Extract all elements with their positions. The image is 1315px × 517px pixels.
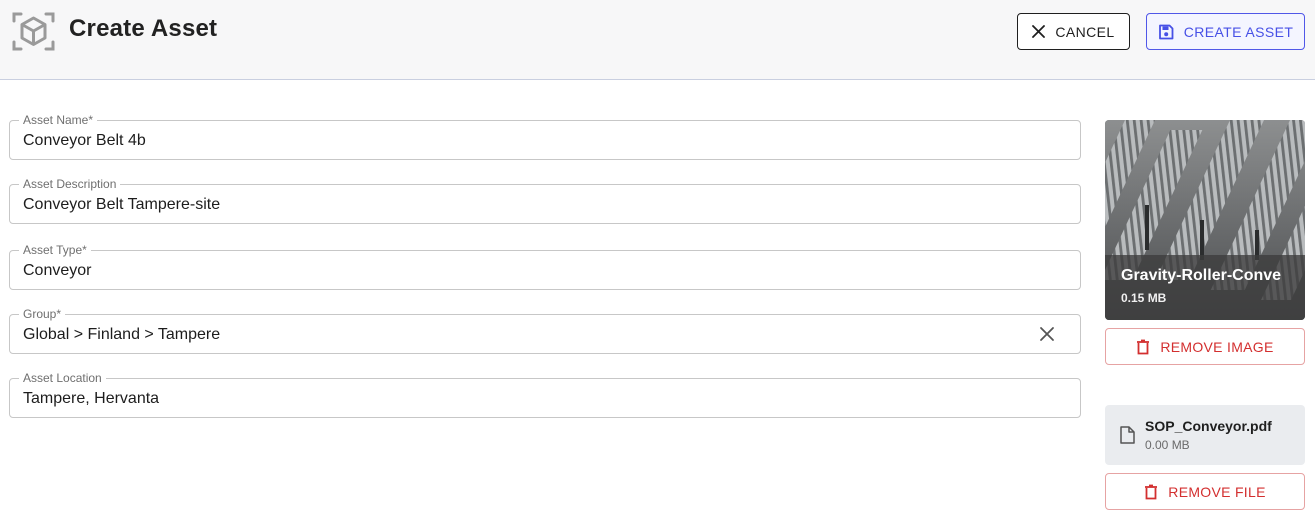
file-size: 0.00 MB xyxy=(1145,438,1190,452)
remove-file-label: REMOVE FILE xyxy=(1168,483,1266,500)
remove-file-button[interactable]: REMOVE FILE xyxy=(1105,473,1305,510)
asset-description-value: Conveyor Belt Tampere-site xyxy=(23,196,221,213)
cancel-button[interactable]: CANCEL xyxy=(1017,13,1130,50)
asset-cube-icon xyxy=(12,12,55,51)
asset-name-label: Asset Name* xyxy=(19,113,98,127)
remove-image-button[interactable]: REMOVE IMAGE xyxy=(1105,328,1305,365)
asset-type-label: Asset Type* xyxy=(19,243,91,257)
asset-type-value: Conveyor xyxy=(23,262,92,279)
group-label: Group* xyxy=(19,307,66,321)
remove-image-label: REMOVE IMAGE xyxy=(1160,338,1274,355)
group-field[interactable]: Group* Global > Finland > Tampere xyxy=(9,307,1081,354)
asset-image-preview: Gravity-Roller-Conve 0.15 MB xyxy=(1105,120,1305,320)
image-filesize: 0.15 MB xyxy=(1121,291,1167,305)
asset-location-label: Asset Location xyxy=(19,371,106,385)
group-value: Global > Finland > Tampere xyxy=(23,326,221,343)
create-asset-button[interactable]: CREATE ASSET xyxy=(1146,13,1305,50)
create-asset-button-label: CREATE ASSET xyxy=(1183,23,1294,40)
asset-location-value: Tampere, Hervanta xyxy=(23,390,160,407)
asset-type-field[interactable]: Asset Type* Conveyor xyxy=(9,243,1081,290)
trash-icon xyxy=(1137,339,1150,354)
attached-file: SOP_Conveyor.pdf 0.00 MB xyxy=(1105,405,1305,465)
close-icon xyxy=(1032,25,1046,38)
trash-icon xyxy=(1145,484,1158,499)
asset-name-value: Conveyor Belt 4b xyxy=(23,132,146,149)
page-header: Create Asset CANCEL CREATE ASSET xyxy=(0,0,1315,80)
image-filename: Gravity-Roller-Conve xyxy=(1121,267,1282,284)
asset-name-field[interactable]: Asset Name* Conveyor Belt 4b xyxy=(9,113,1081,160)
save-icon xyxy=(1158,24,1174,39)
asset-location-field[interactable]: Asset Location Tampere, Hervanta xyxy=(9,371,1081,418)
clear-icon[interactable] xyxy=(1038,325,1056,343)
file-icon xyxy=(1120,426,1135,444)
cancel-button-label: CANCEL xyxy=(1055,23,1115,40)
image-caption-overlay xyxy=(1105,255,1305,320)
file-name: SOP_Conveyor.pdf xyxy=(1145,418,1272,434)
asset-description-field[interactable]: Asset Description Conveyor Belt Tampere-… xyxy=(9,177,1081,224)
page-title: Create Asset xyxy=(69,15,218,42)
asset-description-label: Asset Description xyxy=(19,177,121,191)
